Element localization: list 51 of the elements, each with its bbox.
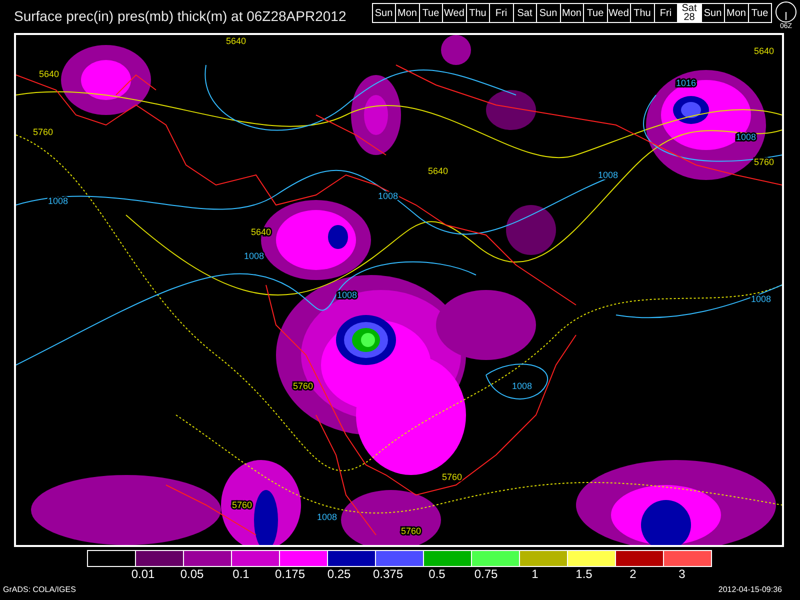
legend-label: 2 [630,567,636,581]
legend-label: 0.5 [428,567,446,581]
contour-label: 5760 [292,381,314,391]
contour-label: 5640 [226,36,246,46]
contour-label: 5760 [400,526,422,536]
legend-label: 0.375 [372,567,404,581]
day-cell[interactable]: Sun [536,4,560,22]
day-cell[interactable]: Tue [418,4,442,22]
day-cell[interactable]: Mon [395,4,418,22]
day-cell[interactable]: Sun [372,4,395,22]
legend-label: 3 [678,567,686,581]
legend-label: 0.01 [131,567,155,581]
contour-label: 5760 [232,500,252,510]
day-cell[interactable]: Sat 28 [677,4,700,22]
contour-label: 5640 [428,166,448,176]
legend-label: 0.1 [232,567,250,581]
contour-label: 5760 [754,157,774,167]
clock-icon [775,1,797,23]
day-cell[interactable]: Mon [560,4,583,22]
footer-timestamp: 2012-04-15-09:36 [718,585,782,594]
legend-label: 0.175 [274,567,306,581]
legend-label: 0.25 [327,567,351,581]
contour-label: 1008 [512,381,532,391]
day-cell[interactable]: Fri [489,4,512,22]
contour-label: 1008 [48,196,68,206]
contour-label: 1008 [750,294,772,304]
contour-label: 5640 [754,46,774,56]
day-cell[interactable]: Wed [442,4,466,22]
contour-label: 1008 [316,512,338,522]
legend-label: 0.75 [474,567,498,581]
day-cell[interactable]: Thu [466,4,489,22]
day-cell[interactable]: Sat [512,4,536,22]
contour-label: 1008 [598,170,618,180]
day-cell[interactable]: Wed [606,4,630,22]
contour-label: 1016 [676,78,696,88]
day-cell[interactable]: Sun [700,4,724,22]
map-title: Surface prec(in) pres(mb) thick(m) at 06Z28APR2012 [13,7,348,24]
contour-label: 5760 [32,127,54,137]
legend-label: 0.05 [180,567,204,581]
day-cell[interactable]: Thu [630,4,654,22]
contour-label: 5760 [442,472,462,482]
day-cell[interactable]: Tue [583,4,606,22]
contour-label: 5640 [38,69,60,79]
contour-label: 1008 [244,251,264,261]
footer-credit: GrADS: COLA/IGES [3,585,76,594]
day-cell[interactable]: Mon [724,4,748,22]
contour-label: 1008 [736,132,756,142]
day-cell[interactable]: Tue [748,4,771,22]
legend-label: 1.5 [576,567,592,581]
contour-label: 1008 [336,290,358,300]
legend-label: 1 [532,567,538,581]
